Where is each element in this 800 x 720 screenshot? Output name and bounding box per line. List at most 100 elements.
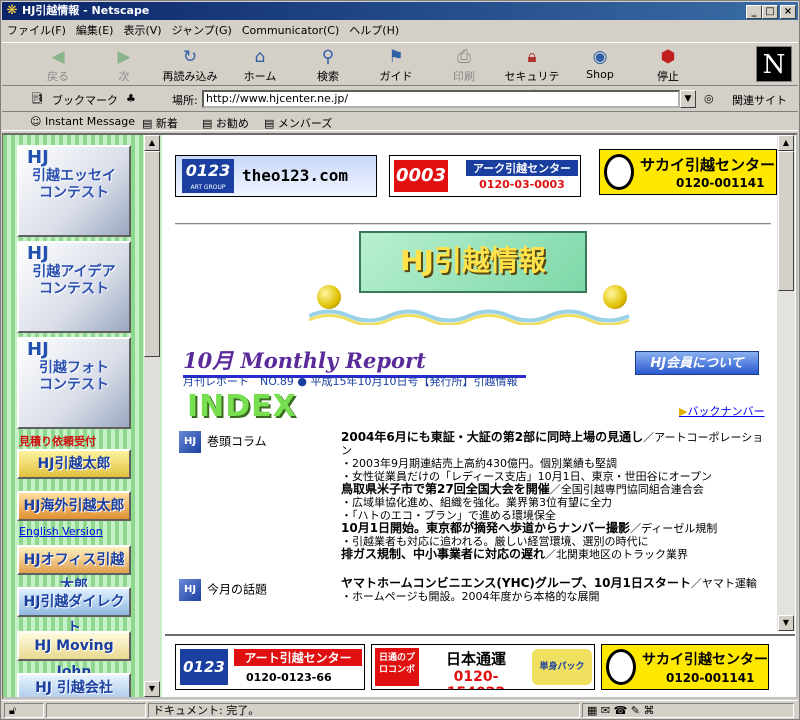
hj-office-taro-link[interactable]: HJオフィス引越太郎 [17, 545, 131, 594]
ark-hikkoshi-banner[interactable]: 0003 アーク引越センター 0120-03-0003 [389, 155, 581, 197]
left-scroll-thumb[interactable] [144, 151, 160, 357]
theo123-banner[interactable]: 0123 ART GROUP theo123.com [175, 155, 377, 197]
left-nav-frame: HJ 引越エッセイ コンテスト HJ 引越アイデア コンテスト HJ 引越フォト… [3, 135, 162, 697]
scroll-up-icon[interactable]: ▲ [778, 135, 794, 151]
menu-bar: ファイル(F) 編集(E) 表示(V) ジャンプ(G) Communicator(C) ヘ… [2, 21, 798, 40]
security-status-icon[interactable]: 🔓︎ [4, 703, 44, 718]
reload-icon: ↻ [182, 47, 198, 67]
list-item[interactable]: 鳥取県米子市で第27回全国大会を開催／全国引越専門協同組合連合会 [341, 483, 771, 497]
hj-hikkoshi-taro-link[interactable]: HJ引越太郎 [17, 449, 131, 479]
hj-direct-link[interactable]: HJ引越ダイレクト [17, 587, 131, 636]
menu-help[interactable]: ヘルプ(H) [344, 21, 404, 40]
panda-mascot-icon [606, 649, 636, 685]
back-arrow-icon: ◀ [51, 47, 65, 67]
list-item: ・2003年9月期連結売上高約430億円。個別業績も堅調 [341, 457, 617, 470]
reload-button[interactable]: ↻ 再読み込み [160, 46, 220, 86]
security-button[interactable]: 🔒︎セキュリティ [502, 46, 562, 99]
nippon-express-ad[interactable]: 日通のプロコンボ 日本通運 0120-154022 単身パック [371, 644, 595, 690]
list-item: ・広域単協化進め、組織を強化。業界第3位有望に全力 [341, 496, 612, 509]
menu-communicator[interactable]: Communicator(C) [237, 21, 344, 40]
menu-go[interactable]: ジャンプ(G) [167, 21, 237, 40]
main-content-frame: 0123 ART GROUP theo123.com 0003 アーク引越センタ… [165, 135, 777, 631]
list-item[interactable]: 2004年6月にも東証・大証の第2部に同時上場の見通し／アートコーポレーション [341, 431, 771, 458]
guide-icon: ⚑ [388, 47, 404, 67]
print-icon: ⎙ [457, 47, 471, 67]
right-ball-icon [603, 285, 627, 309]
left-frame-scrollbar[interactable]: ▲ ▼ [144, 135, 160, 697]
location-label: 場所: [172, 94, 198, 107]
close-button[interactable]: × [780, 5, 796, 19]
search-icon: ⚲ [321, 47, 335, 67]
security-lock-icon: 🔒︎ [527, 47, 537, 67]
menu-edit[interactable]: 編集(E) [71, 21, 119, 40]
hj-member-link[interactable]: HJ会員について [635, 351, 759, 375]
hj-overseas-taro-link[interactable]: HJ海外引越太郎 [17, 491, 131, 521]
hj-logo: HJ引越情報 [359, 231, 587, 293]
window-title: HJ引越情報 - Netscape [22, 4, 150, 17]
estimate-label: 見積り依頼受付 [19, 435, 96, 448]
hj-section-icon: HJ [179, 431, 201, 453]
forward-button[interactable]: ▶ 次 [94, 46, 154, 86]
print-button[interactable]: ⎙ 印刷 [434, 46, 494, 86]
home-button[interactable]: ⌂ ホーム [230, 46, 290, 86]
browser-window: ❋ HJ引越情報 - Netscape _ □ × ファイル(F) 編集(E) 表示… [0, 0, 800, 720]
menu-file[interactable]: ファイル(F) [2, 21, 71, 40]
url-input[interactable]: http://www.hjcenter.ne.jp/ [202, 90, 680, 108]
list-item[interactable]: 排ガス規制、中小事業者に対応の遅れ／北関東地区のトラック業界 [341, 548, 771, 562]
bookmark-button[interactable]: ブックマーク [52, 92, 118, 108]
hj-moving-john-link[interactable]: HJ Moving John [17, 631, 131, 680]
idea-contest-link[interactable]: HJ 引越アイデア コンテスト [17, 241, 131, 333]
opening-column-items: 2004年6月にも東証・大証の第2部に同時上場の見通し／アートコーポレーション … [341, 431, 771, 562]
maximize-button[interactable]: □ [762, 5, 778, 19]
minimize-button[interactable]: _ [746, 5, 762, 19]
list-item: ・ホームページも開設。2004年度から本格的な展開 [341, 590, 600, 603]
bookmark-members-button[interactable]: ▤ メンバーズ [264, 115, 332, 131]
stop-icon: ⬢ [660, 47, 676, 67]
related-sites-icon[interactable]: ◎ [704, 92, 714, 105]
sakai-hikkoshi-ad[interactable]: サカイ引越センター 0120-001141 [601, 644, 769, 690]
hj-moving-company-link[interactable]: HJ 引越会社 [17, 673, 131, 697]
issue-line: 月刊レポート NO.89 ● 平成15年10月10日号【発行所】引越情報 [183, 375, 518, 388]
sakai-hikkoshi-banner[interactable]: サカイ引越センター 0120-001141 [599, 149, 777, 195]
essay-contest-link[interactable]: HJ 引越エッセイ コンテスト [17, 145, 131, 237]
bookmark-new-button[interactable]: ▤ 新着 [142, 115, 178, 131]
home-icon: ⌂ [254, 47, 266, 67]
index-title: INDEX [187, 389, 297, 424]
back-number-link[interactable]: ▶バックナンバー [679, 403, 764, 419]
main-scroll-thumb[interactable] [778, 151, 794, 291]
personal-toolbar: ☺ Instant Message ▤ 新着 ▤ お勧め ▤ メンバーズ [2, 111, 798, 131]
panda-mascot-icon [604, 154, 634, 190]
netscape-logo[interactable]: N [756, 46, 792, 82]
shop-button[interactable]: ◉ Shop [570, 46, 630, 86]
list-item[interactable]: 10月1日開始。東京都が摘発へ歩道からナンバー撮影／ディーゼル規制 [341, 522, 771, 536]
english-version-link[interactable]: English Version [19, 525, 103, 538]
list-item[interactable]: ヤマトホームコンビニエンス(YHC)グループ、10月1日スタート／ヤマト運輸 [341, 577, 771, 591]
section-monthly-topic: HJ 今月の話題 [179, 579, 267, 601]
stop-button[interactable]: ⬢ 停止 [638, 46, 698, 86]
instant-message-button[interactable]: ☺ Instant Message [30, 115, 135, 128]
guide-button[interactable]: ⚑ ガイド [366, 46, 426, 86]
art-hikkoshi-ad[interactable]: 0123 アート引越センター 0120-0123-66 [175, 644, 365, 690]
forward-arrow-icon: ▶ [117, 47, 131, 67]
component-bar[interactable]: ▦ ✉ ☎ ✎ ⌘ [582, 703, 794, 718]
bookmark-recommend-button[interactable]: ▤ お勧め [202, 115, 249, 131]
scroll-down-icon[interactable]: ▼ [144, 681, 160, 697]
section-opening-column: HJ 巻頭コラム [179, 431, 267, 453]
main-frame-scrollbar[interactable]: ▲ ▼ [777, 135, 795, 631]
left-ball-icon [317, 285, 341, 309]
back-button[interactable]: ◀ 戻る [28, 46, 88, 86]
page-proxy-icon[interactable]: ♣ [126, 92, 136, 105]
status-bar: 🔓︎ ドキュメント: 完了。 ▦ ✉ ☎ ✎ ⌘ [2, 700, 798, 719]
shop-icon: ◉ [592, 47, 608, 67]
photo-contest-link[interactable]: HJ 引越フォト コンテスト [17, 337, 131, 429]
url-dropdown-button[interactable]: ▼ [680, 90, 696, 108]
scroll-down-icon[interactable]: ▼ [778, 615, 794, 631]
related-sites-button[interactable]: 関連サイト [732, 92, 787, 108]
navigation-toolbar: ◀戻る ▶次 ↻再読み込み ⌂ホーム ⚲検索 ⚑ガイド ⎙印刷 🔒︎セキュリティ… [2, 42, 798, 99]
status-text: ドキュメント: 完了。 [148, 703, 580, 718]
bookmark-icon[interactable]: 📑︎ [30, 92, 44, 105]
wave-decoration-icon [309, 309, 630, 325]
menu-view[interactable]: 表示(V) [118, 21, 166, 40]
search-button[interactable]: ⚲ 検索 [298, 46, 358, 86]
scroll-up-icon[interactable]: ▲ [144, 135, 160, 151]
